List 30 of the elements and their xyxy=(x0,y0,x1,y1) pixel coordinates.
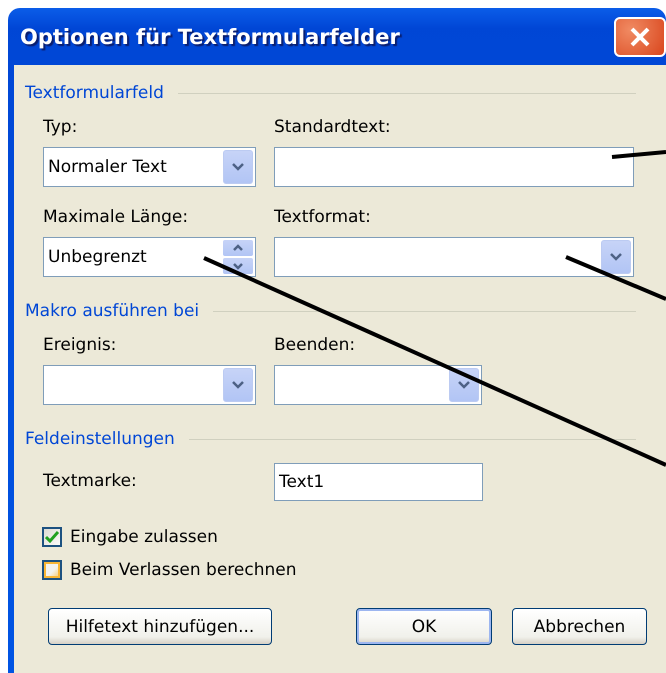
group-title: Feldeinstellungen xyxy=(25,429,175,449)
chevron-down-icon xyxy=(457,380,471,390)
close-button[interactable] xyxy=(614,16,666,56)
window-title: Optionen für Textformularfelder xyxy=(20,24,400,48)
chevron-down-icon xyxy=(609,252,623,262)
dialog-button[interactable]: Abbrechen xyxy=(512,608,647,645)
dropdown[interactable]: Normaler Text xyxy=(43,147,256,187)
leader-line xyxy=(612,150,666,159)
checkbox-label: Beim Verlassen berechnen xyxy=(70,560,297,580)
spin-box[interactable]: Unbegrenzt xyxy=(43,237,256,277)
text-field[interactable] xyxy=(274,147,634,187)
field-label: Maximale Länge: xyxy=(43,207,190,229)
field-label: Beenden: xyxy=(274,335,356,357)
field-label: Textmarke: xyxy=(43,471,138,493)
text-field[interactable]: Text1 xyxy=(274,463,483,501)
dropdown[interactable] xyxy=(274,365,482,405)
close-icon xyxy=(629,26,651,48)
arrow-down-icon[interactable] xyxy=(232,262,244,270)
chevron-down-icon xyxy=(231,162,245,172)
dialog-button[interactable]: Hilfetext hinzufügen... xyxy=(48,608,272,645)
field-label: Typ: xyxy=(43,117,78,139)
chevron-down-icon xyxy=(231,380,245,390)
field-label: Standardtext: xyxy=(274,117,392,139)
field-label: Textformat: xyxy=(274,207,372,229)
arrow-up-icon[interactable] xyxy=(232,244,244,252)
group-title: Makro ausführen bei xyxy=(25,301,200,321)
dialog-button[interactable]: OK xyxy=(356,608,492,645)
group-title: Textformularfeld xyxy=(25,83,164,103)
field-label: Ereignis: xyxy=(43,335,118,357)
checkbox-label: Eingabe zulassen xyxy=(70,527,218,547)
